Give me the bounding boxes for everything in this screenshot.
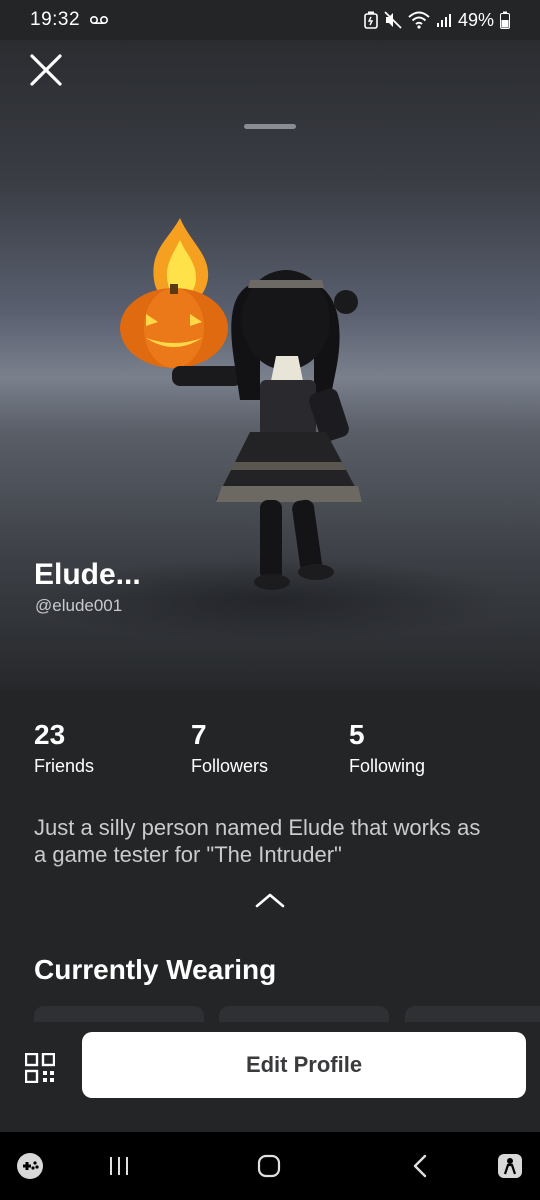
currently-wearing-heading: Currently Wearing <box>34 954 277 985</box>
avatar-stage[interactable]: Elude... @elude001 <box>0 40 540 690</box>
friends-count: 23 <box>34 719 66 750</box>
voicemail-icon <box>90 15 109 25</box>
status-icons: 49% <box>364 10 510 31</box>
close-button[interactable] <box>24 48 68 92</box>
status-bar: 19:32 49% <box>0 0 540 40</box>
back-icon <box>413 1154 427 1178</box>
accessibility-icon <box>498 1154 522 1178</box>
following-count: 5 <box>349 719 365 750</box>
game-launcher-button[interactable] <box>14 1150 46 1182</box>
home-icon <box>257 1154 281 1178</box>
stat-friends[interactable]: 23 Friends <box>34 718 94 777</box>
display-name: Elude... <box>34 558 141 591</box>
signal-icon <box>436 12 452 28</box>
battery-percent: 49% <box>457 9 494 30</box>
mute-icon <box>384 11 402 29</box>
qr-code-button[interactable] <box>20 1048 60 1088</box>
wifi-icon <box>408 11 430 29</box>
drag-handle[interactable] <box>244 124 296 129</box>
back-button[interactable] <box>404 1150 436 1182</box>
friends-label: Friends <box>34 756 95 776</box>
battery-saver-icon <box>364 11 378 29</box>
profile-stats: 23 Friends 7 Followers 5 Following <box>34 718 514 788</box>
system-nav-bar <box>0 1132 540 1200</box>
profile-screen: 19:32 49% Elude... @elude001 23 Friends … <box>0 0 540 1200</box>
accessibility-button[interactable] <box>494 1150 526 1182</box>
username: @elude001 <box>35 596 123 615</box>
avatar-image <box>120 218 362 590</box>
qr-code-icon <box>25 1053 55 1083</box>
recent-apps-button[interactable] <box>103 1150 135 1182</box>
recent-apps-icon <box>110 1157 128 1175</box>
close-icon <box>30 54 62 86</box>
chevron-up-icon <box>255 893 285 908</box>
profile-bio: Just a silly person named Elude that wor… <box>34 815 481 867</box>
following-label: Following <box>349 756 426 776</box>
stat-followers[interactable]: 7 Followers <box>191 718 268 777</box>
followers-label: Followers <box>191 756 269 776</box>
bio-expand-button[interactable] <box>250 886 290 914</box>
stat-following[interactable]: 5 Following <box>349 718 425 777</box>
battery-icon <box>500 11 510 29</box>
profile-action-bar: Edit Profile <box>0 1022 540 1132</box>
game-launcher-icon <box>17 1153 43 1179</box>
status-time: 19:32 <box>30 9 81 30</box>
followers-count: 7 <box>191 719 207 750</box>
edit-profile-button[interactable]: Edit Profile <box>82 1032 526 1098</box>
home-button[interactable] <box>253 1150 285 1182</box>
